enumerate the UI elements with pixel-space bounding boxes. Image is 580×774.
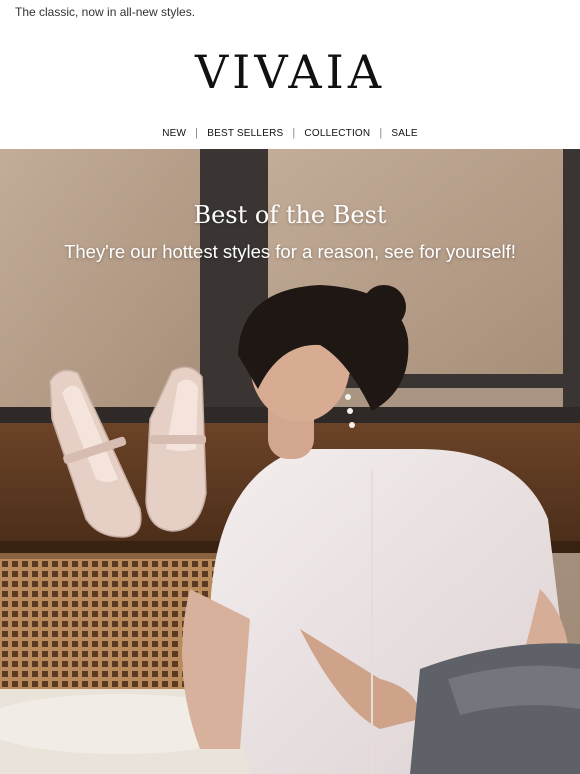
nav-item-new[interactable]: NEW <box>153 128 195 139</box>
hero-title: Best of the Best <box>193 201 387 229</box>
logo-wordmark: VIVAIA <box>194 46 385 99</box>
preheader-text: The classic, now in all-new styles. <box>15 5 196 19</box>
nav-item-best-sellers[interactable]: BEST SELLERS <box>198 128 292 139</box>
nav-item-collection[interactable]: COLLECTION <box>295 128 379 139</box>
hero-subtitle: They're our hottest styles for a reason,… <box>64 241 516 262</box>
nav-item-sale[interactable]: SALE <box>382 128 426 139</box>
brand-logo[interactable]: VIVAIA <box>0 45 580 100</box>
top-navigation: NEW | BEST SELLERS | COLLECTION | SALE <box>0 124 580 142</box>
hero-banner[interactable]: Best of the Best They're our hottest sty… <box>0 149 580 774</box>
